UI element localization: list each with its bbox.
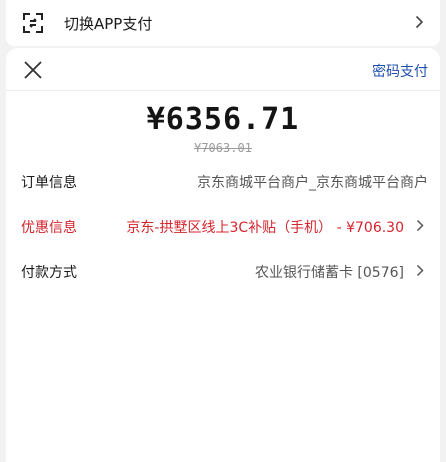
- discount-value: 京东-拱墅区线上3C补贴（手机） - ¥706.30: [126, 220, 404, 236]
- password-pay-link[interactable]: 密码支付: [372, 61, 428, 81]
- payment-method-row[interactable]: 付款方式 农业银行储蓄卡 [0576]: [6, 259, 440, 283]
- chevron-right-icon: [416, 219, 424, 232]
- switch-app-bar[interactable]: 切换APP支付: [6, 0, 440, 46]
- discount-row[interactable]: 优惠信息 京东-拱墅区线上3C补贴（手机） - ¥706.30: [6, 214, 440, 238]
- original-amount: ¥7063.01: [194, 141, 252, 155]
- close-icon[interactable]: [23, 60, 43, 80]
- payment-method-value: 农业银行储蓄卡 [0576]: [254, 265, 404, 281]
- payment-panel: 密码支付 ¥6356.71 ¥7063.01 订单信息 京东商城平台商户_京东商…: [6, 48, 440, 462]
- header-divider: [6, 90, 440, 91]
- payment-amount: ¥6356.71: [146, 102, 300, 137]
- chevron-right-icon: [416, 264, 424, 277]
- discount-label: 优惠信息: [21, 220, 77, 236]
- order-info-label: 订单信息: [21, 175, 77, 191]
- switch-app-label: 切换APP支付: [64, 15, 153, 33]
- payment-method-label: 付款方式: [21, 265, 77, 281]
- scan-switch-icon: [23, 13, 43, 33]
- order-info-value: 京东商城平台商户_京东商城平台商户: [197, 175, 428, 191]
- order-info-row: 订单信息 京东商城平台商户_京东商城平台商户: [6, 169, 440, 193]
- chevron-right-icon: [415, 15, 424, 29]
